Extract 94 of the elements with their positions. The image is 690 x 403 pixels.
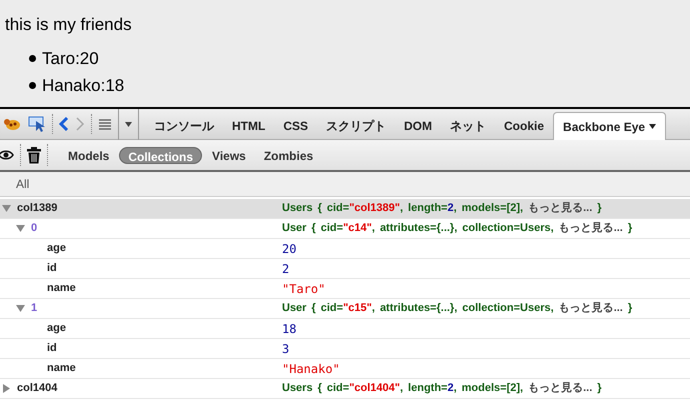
attribute-name: name [47, 361, 76, 376]
summary-token: User [282, 301, 306, 316]
summary-token: "c15" [343, 301, 372, 316]
expanded-triangle-icon[interactable] [2, 204, 11, 213]
bullet-icon [29, 82, 36, 89]
summary-token: , [400, 381, 404, 396]
bug-icon[interactable] [2, 116, 22, 132]
tree-row[interactable]: col1404 Users { cid="col1404", length=2, models=[2], もっと見る... } [0, 379, 690, 399]
summary-token: , [520, 201, 524, 216]
summary-token: models=[2] [462, 381, 520, 396]
list-icon[interactable] [98, 118, 112, 130]
summary-token: , [454, 221, 458, 236]
summary-token: もっと見る... [558, 221, 623, 236]
summary-token: , [454, 201, 457, 216]
summary-token: , [550, 221, 554, 236]
summary-token: cid= [320, 301, 344, 316]
summary-token: 2 [447, 201, 454, 216]
summary-token: cid= [326, 201, 350, 216]
view-tab[interactable]: Views [204, 146, 254, 164]
summary-token: models=[2] [462, 201, 520, 216]
summary-token: User [282, 221, 306, 236]
list-item: Hanako:18 [42, 74, 124, 97]
summary-token: , [520, 381, 524, 396]
summary-token: } [597, 201, 602, 216]
attribute-value: "Taro" [282, 282, 326, 296]
tree-row[interactable]: 1 User { cid="c15", attributes={...}, collection=Users, もっと見る... } [0, 299, 690, 319]
summary-token: "col1389" [349, 201, 400, 216]
attribute-value: 2 [282, 262, 290, 276]
panel-tab[interactable]: HTML [223, 112, 274, 139]
inspect-cursor-icon[interactable] [28, 116, 46, 132]
panel-tab[interactable]: Backbone Eye [553, 112, 666, 140]
panel-tab[interactable]: スクリプト [317, 112, 396, 139]
summary-token: { [311, 301, 316, 316]
summary-token: collection=Users [462, 221, 551, 236]
attribute-value: "Hanako" [282, 362, 340, 376]
attribute-value: 3 [282, 342, 290, 356]
summary-token: Users [282, 201, 313, 216]
summary-token: もっと見る... [528, 201, 592, 216]
panel-tab[interactable]: Cookie [495, 112, 554, 139]
summary-token: } [628, 301, 632, 316]
summary-token: } [597, 381, 602, 396]
panel-tab[interactable]: DOM [395, 112, 442, 139]
summary-token: "c14" [343, 221, 372, 236]
list-item: Taro:20 [42, 48, 99, 70]
summary-token: attributes={...} [380, 301, 454, 316]
summary-token: 2 [447, 381, 454, 396]
summary-token: } [628, 221, 632, 236]
summary-token: { [318, 201, 322, 216]
page-heading: this is my friends [5, 14, 133, 36]
summary-token: { [311, 221, 316, 236]
collapsed-triangle-icon[interactable] [2, 384, 11, 393]
summary-token: , [454, 301, 458, 316]
attribute-name: name [47, 281, 76, 296]
summary-token: Users [282, 381, 313, 396]
summary-token: length= [408, 381, 448, 396]
summary-token: attributes={...} [380, 221, 454, 236]
dropdown-caret-icon [649, 124, 656, 129]
expanded-triangle-icon[interactable] [16, 224, 25, 233]
summary-token: cid= [326, 381, 350, 396]
panel-tab[interactable]: コンソール [145, 112, 223, 139]
summary-token: length= [408, 201, 448, 216]
collection-name: col1404 [17, 381, 58, 396]
attribute-name: age [47, 241, 66, 256]
filter-label[interactable]: All [16, 175, 30, 193]
summary-token: collection=Users [462, 301, 551, 316]
collection-name: col1389 [17, 201, 58, 216]
tree-row[interactable]: col1389 Users { cid="col1389", length=2, models=[2], もっと見る... } [0, 199, 690, 219]
dropdown-caret-icon[interactable] [125, 122, 132, 126]
model-index: 0 [31, 221, 38, 236]
view-tab[interactable]: Models [60, 146, 118, 164]
summary-token: , [550, 301, 554, 316]
attribute-name: id [47, 341, 57, 356]
tree-row[interactable]: 0 User { cid="c14", attributes={...}, collection=Users, もっと見る... } [0, 219, 690, 239]
trash-icon[interactable] [27, 146, 41, 164]
summary-token: , [372, 301, 375, 316]
view-tab[interactable]: Zombies [256, 146, 322, 164]
summary-token: もっと見る... [528, 381, 592, 396]
eye-icon[interactable] [0, 149, 14, 161]
attribute-name: age [47, 321, 66, 336]
summary-token: もっと見る... [558, 301, 623, 316]
attribute-value: 18 [282, 322, 296, 336]
attribute-value: 20 [282, 242, 296, 256]
summary-token: , [400, 201, 404, 216]
summary-token: cid= [320, 221, 344, 236]
summary-token: "col1404" [349, 381, 400, 396]
bullet-icon [29, 55, 36, 62]
attribute-name: id [47, 261, 57, 276]
summary-token: { [318, 381, 322, 396]
panel-tab[interactable]: ネット [441, 112, 496, 139]
expanded-triangle-icon[interactable] [16, 304, 25, 313]
summary-token: , [372, 221, 375, 236]
summary-token: , [454, 381, 457, 396]
model-index: 1 [31, 301, 38, 316]
panel-tab[interactable]: CSS [274, 112, 318, 139]
